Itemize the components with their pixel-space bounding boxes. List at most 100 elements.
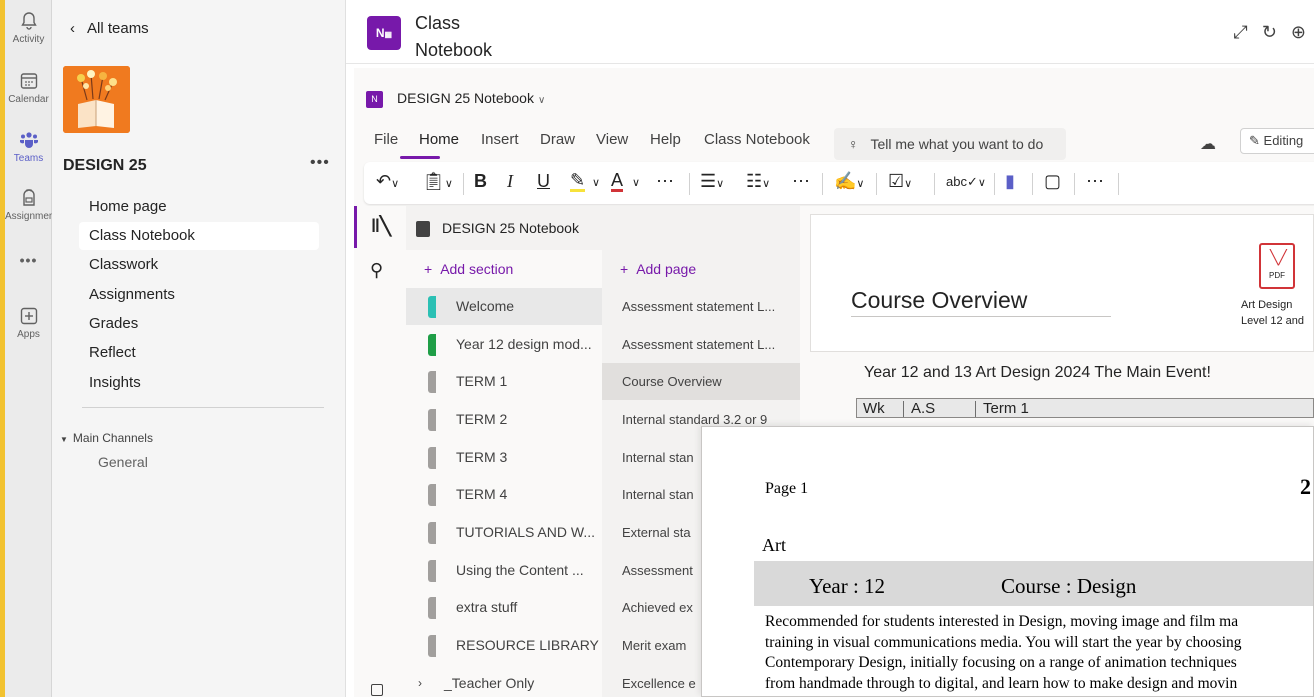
notebook-title-dropdown[interactable]: N DESIGN 25 Notebook ∨ (366, 90, 545, 108)
page-item-selected[interactable]: Course Overview (602, 363, 800, 400)
add-section-button[interactable]: + Add section (406, 250, 602, 288)
page-title-card: Course Overview ╲╱ PDF Art Design Level … (810, 214, 1314, 352)
highlight-icon[interactable]: ✎ (570, 171, 586, 192)
page-item[interactable]: Assessment statement L... (602, 288, 800, 325)
attachment-label-line1: Art Design (1241, 299, 1293, 311)
channel-general[interactable]: General (98, 454, 148, 470)
tab-draw[interactable]: Draw (540, 131, 575, 148)
table-divider (975, 401, 976, 417)
calendar-icon (20, 73, 37, 89)
nav-grades[interactable]: Grades (79, 310, 319, 338)
section-label: Welcome (456, 298, 515, 314)
sticky-note-icon[interactable]: ▢ (1044, 171, 1061, 192)
cloud-sync-icon[interactable]: ☁ (1200, 134, 1216, 154)
dictate-icon[interactable]: ▮ (1005, 171, 1015, 192)
section-item[interactable]: TERM 2 (406, 401, 602, 438)
section-item[interactable]: Using the Content ... (406, 552, 602, 589)
chevron-left-icon: ‹ (70, 20, 75, 37)
page-title[interactable]: Course Overview (851, 287, 1111, 317)
nav-classwork[interactable]: Classwork (79, 251, 319, 279)
globe-icon[interactable]: ⊕ (1291, 22, 1306, 42)
section-item[interactable]: extra stuff (406, 589, 602, 626)
ribbon-separator (1032, 173, 1033, 195)
italic-icon[interactable]: I (507, 171, 513, 192)
more-icon[interactable]: ⋯ (656, 171, 674, 192)
doc-body-line: from handmade through to digital, and le… (765, 674, 1238, 692)
ribbon-separator (822, 173, 823, 195)
section-tab-icon (428, 597, 436, 619)
clipboard-icon[interactable]: 📋︎∨ (422, 171, 453, 192)
page-item[interactable]: Assessment statement L... (602, 326, 800, 363)
section-tab-icon (428, 409, 436, 431)
section-tab-icon (428, 447, 436, 469)
rail-assignments[interactable]: Assignments (5, 187, 62, 222)
chevron-down-icon[interactable]: ∨ (632, 176, 640, 189)
section-label: TERM 2 (456, 411, 508, 427)
tell-me-search[interactable]: ♀ Tell me what you want to do (834, 128, 1066, 160)
section-group[interactable]: › _Teacher Only (406, 665, 602, 697)
undo-icon[interactable]: ↶∨ (376, 171, 399, 192)
ribbon-toolbar: ↶∨ 📋︎∨ B I U ✎ ∨ A ∨ ⋯ ☰∨ ☷∨ ⋯ ✍∨ ☑∨ abc… (364, 162, 1314, 204)
tab-help[interactable]: Help (650, 131, 681, 148)
nav-insights[interactable]: Insights (79, 369, 319, 397)
rail-activity[interactable]: Activity (5, 10, 52, 45)
search-icon[interactable]: ⚲ (370, 260, 383, 281)
nav-class-notebook[interactable]: Class Notebook (79, 222, 319, 250)
tag-icon[interactable]: ☑∨ (888, 171, 912, 192)
tab-home[interactable]: Home (419, 131, 459, 148)
bullets-icon[interactable]: ☰∨ (700, 171, 724, 192)
section-item[interactable]: TUTORIALS AND W... (406, 514, 602, 551)
notebook-row[interactable]: DESIGN 25 Notebook (406, 206, 800, 250)
app-title: Class Notebook (415, 10, 515, 64)
ribbon-separator (934, 173, 935, 195)
nav-reflect[interactable]: Reflect (79, 339, 319, 367)
section-item[interactable]: RESOURCE LIBRARY (406, 627, 602, 664)
attachment-label[interactable]: Art Design Level 12 and (1241, 297, 1304, 329)
styles-icon[interactable]: ✍∨ (834, 171, 864, 192)
editing-mode-button[interactable]: ✎ Editing (1240, 128, 1314, 154)
checkbox-icon[interactable] (371, 684, 383, 696)
section-group-label: _Teacher Only (444, 675, 535, 691)
section-item[interactable]: TERM 4 (406, 476, 602, 513)
more-icon[interactable]: ⋯ (792, 171, 810, 192)
numbering-icon[interactable]: ☷∨ (746, 171, 770, 192)
rail-teams[interactable]: Teams (5, 129, 52, 164)
app-title-line1: Class (415, 13, 461, 33)
underline-icon[interactable]: U (537, 171, 550, 192)
chevron-down-icon[interactable]: ∨ (592, 176, 600, 189)
add-section-label: Add section (440, 261, 514, 277)
rail-calendar[interactable]: Calendar (5, 70, 52, 105)
selected-tab-indicator (400, 156, 440, 159)
tab-file[interactable]: File (374, 131, 398, 148)
rail-apps[interactable]: Apps (5, 305, 52, 340)
section-item[interactable]: Welcome (406, 288, 602, 325)
rail-more[interactable]: ••• (5, 252, 52, 268)
more-icon[interactable]: ⋯ (1086, 171, 1104, 192)
section-item[interactable]: TERM 3 (406, 439, 602, 476)
tab-view[interactable]: View (596, 131, 628, 148)
pencil-icon: ✎ (1249, 133, 1260, 148)
team-more-button[interactable]: ••• (310, 154, 330, 172)
tab-insert[interactable]: Insert (481, 131, 519, 148)
bold-icon[interactable]: B (474, 171, 487, 192)
refresh-icon[interactable]: ↻ (1262, 22, 1277, 42)
add-page-button[interactable]: + Add page (602, 250, 800, 288)
section-tab-icon (428, 522, 436, 544)
section-tab-icon (428, 334, 436, 356)
section-item[interactable]: Year 12 design mod... (406, 326, 602, 363)
notebooks-icon[interactable]: ‖╲ (371, 216, 391, 237)
nav-home-page[interactable]: Home page (79, 193, 319, 221)
pdf-attachment-icon[interactable]: ╲╱ PDF (1259, 243, 1295, 289)
nav-assignments[interactable]: Assignments (79, 281, 319, 309)
section-tab-icon (428, 635, 436, 657)
doc-course-band: Year : 12 Course : Design (754, 561, 1313, 606)
tab-class-notebook[interactable]: Class Notebook (704, 131, 810, 148)
main-channels-header[interactable]: ▼ Main Channels (60, 431, 153, 445)
expand-icon[interactable]: ⤢ (1233, 22, 1247, 42)
all-teams-link[interactable]: ‹ All teams (70, 20, 149, 37)
spelling-icon[interactable]: abc✓∨ (946, 174, 986, 190)
section-item[interactable]: TERM 1 (406, 363, 602, 400)
font-color-icon[interactable]: A (611, 171, 624, 192)
ribbon-separator (876, 173, 877, 195)
section-label: TERM 4 (456, 486, 508, 502)
